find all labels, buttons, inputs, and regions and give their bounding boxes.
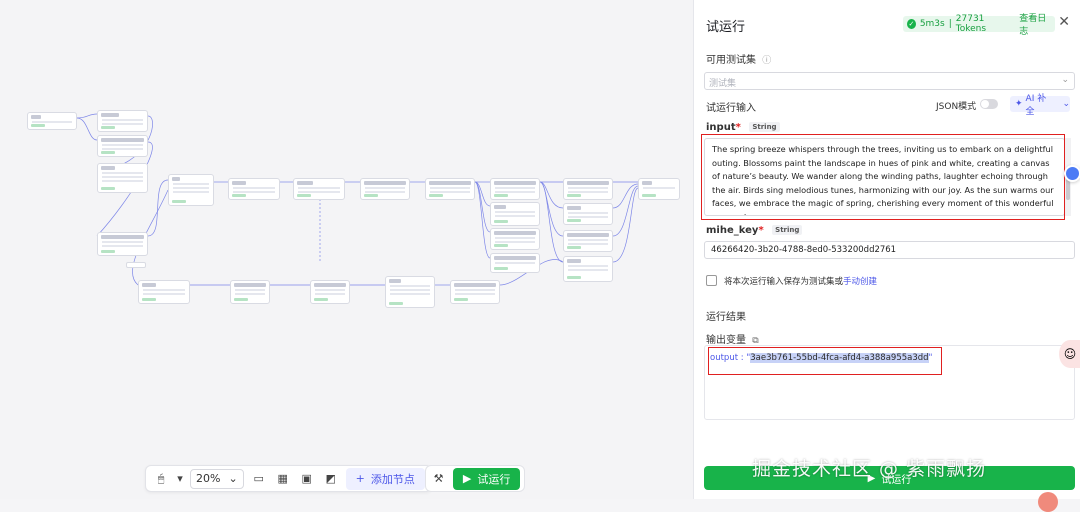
workflow-node[interactable]	[563, 230, 613, 252]
workflow-node[interactable]	[490, 178, 540, 200]
input-field-label: input* String	[706, 122, 780, 133]
workflow-node[interactable]	[490, 253, 540, 273]
testset-label: 可用测试集 ⓘ	[706, 55, 772, 66]
test-run-panel: 试运行 ✓ 5m3s | 27731 Tokens 查看日志 ✕ 可用测试集 ⓘ…	[693, 0, 1080, 499]
wrench-icon[interactable]: ⚒	[430, 470, 447, 488]
chevron-down-icon[interactable]: ⌄	[1062, 99, 1070, 109]
zoom-value: 20%	[196, 472, 221, 485]
test-run-label: 试运行	[477, 472, 511, 486]
workflow-node[interactable]	[638, 178, 680, 200]
workflow-node[interactable]	[310, 280, 350, 304]
workflow-node[interactable]	[563, 178, 613, 200]
panel-title: 试运行	[706, 20, 746, 35]
workflow-node[interactable]	[360, 178, 410, 200]
workflow-node[interactable]	[97, 110, 148, 132]
run-tokens: 27731 Tokens	[955, 14, 987, 34]
add-node-button[interactable]: + 添加节点	[345, 467, 425, 490]
layout-icon[interactable]: ▦	[274, 470, 292, 488]
chevron-down-icon: ⌄	[228, 472, 238, 485]
run-status-badge: ✓ 5m3s | 27731 Tokens 查看日志	[903, 14, 1055, 37]
workflow-node[interactable]	[97, 232, 148, 256]
workflow-node[interactable]	[425, 178, 475, 200]
highlight-box	[701, 134, 1065, 220]
save-testset-text: 将本次运行输入保存为测试集或手动创建	[724, 277, 878, 287]
zoom-select[interactable]: 20% ⌄	[190, 468, 244, 489]
play-icon: ▶	[462, 472, 472, 485]
comment-icon[interactable]: ▭	[250, 470, 268, 488]
workflow-node[interactable]	[126, 262, 146, 268]
workflow-node[interactable]	[563, 203, 613, 225]
type-tag: String	[772, 225, 803, 235]
ai-fill-button[interactable]: ✦ AI 补全 ⌄	[1010, 94, 1070, 117]
workflow-node[interactable]	[230, 280, 270, 304]
minimap-icon[interactable]: ◩	[322, 470, 340, 488]
testset-placeholder: 测试集	[709, 79, 737, 89]
workflow-node[interactable]	[168, 174, 214, 206]
workflow-node[interactable]	[385, 276, 435, 308]
canvas-toolbar: 🖱 ▾ 20% ⌄ ▭ ▦ ▣ ◩ + 添加节点	[145, 465, 432, 492]
check-icon: ✓	[907, 19, 916, 29]
json-mode-label: JSON模式	[936, 102, 977, 112]
watermark: 掘金技术社区 @ 紫雨飘扬	[752, 458, 987, 480]
run-duration: 5m3s	[919, 19, 945, 29]
key-input[interactable]: 46266420-3b20-4788-8ed0-533200dd2761	[704, 241, 1075, 259]
workflow-node[interactable]	[490, 228, 540, 250]
testset-select[interactable]: 测试集 ⌄	[704, 72, 1075, 90]
highlight-box	[708, 347, 942, 375]
test-run-button[interactable]: ▶ 试运行	[453, 467, 520, 490]
workflow-node[interactable]	[27, 112, 77, 130]
avatar[interactable]: ☺	[1059, 340, 1080, 368]
workflow-canvas[interactable]	[0, 0, 693, 499]
sparkle-icon: ✦	[1015, 99, 1023, 109]
workflow-node[interactable]	[563, 256, 613, 282]
workflow-node[interactable]	[293, 178, 345, 200]
mouse-mode-icon[interactable]: 🖱	[152, 470, 170, 488]
save-testset-checkbox[interactable]	[706, 275, 717, 286]
manual-create-link[interactable]: 手动创建	[843, 277, 877, 287]
workflow-node[interactable]	[97, 163, 148, 193]
run-toolbar: ⚒ ▶ 试运行	[425, 465, 525, 492]
close-icon[interactable]: ✕	[1058, 14, 1070, 30]
view-log-link[interactable]: 查看日志	[1019, 11, 1051, 37]
type-tag: String	[749, 122, 780, 132]
ai-fill-label: AI 补全	[1025, 94, 1047, 117]
output-var-label: 输出变量 ⧉	[706, 335, 759, 346]
workflow-node[interactable]	[228, 178, 280, 200]
chevron-down-icon[interactable]: ▾	[176, 470, 184, 488]
result-label: 运行结果	[706, 312, 746, 323]
workflow-node[interactable]	[97, 135, 148, 157]
workflow-node[interactable]	[450, 280, 500, 304]
key-field-label: mihe_key* String	[706, 225, 803, 236]
run-input-label: 试运行输入	[706, 103, 756, 114]
plus-icon: +	[355, 472, 365, 485]
chevron-down-icon: ⌄	[1061, 75, 1069, 85]
floating-button[interactable]	[1038, 492, 1058, 512]
json-mode-toggle[interactable]	[980, 99, 998, 109]
assistant-icon[interactable]	[1064, 165, 1080, 182]
workflow-node[interactable]	[490, 202, 540, 226]
workflow-node[interactable]	[138, 280, 190, 304]
image-icon[interactable]: ▣	[298, 470, 316, 488]
add-node-label: 添加节点	[370, 472, 415, 486]
info-icon: ⓘ	[762, 56, 772, 66]
